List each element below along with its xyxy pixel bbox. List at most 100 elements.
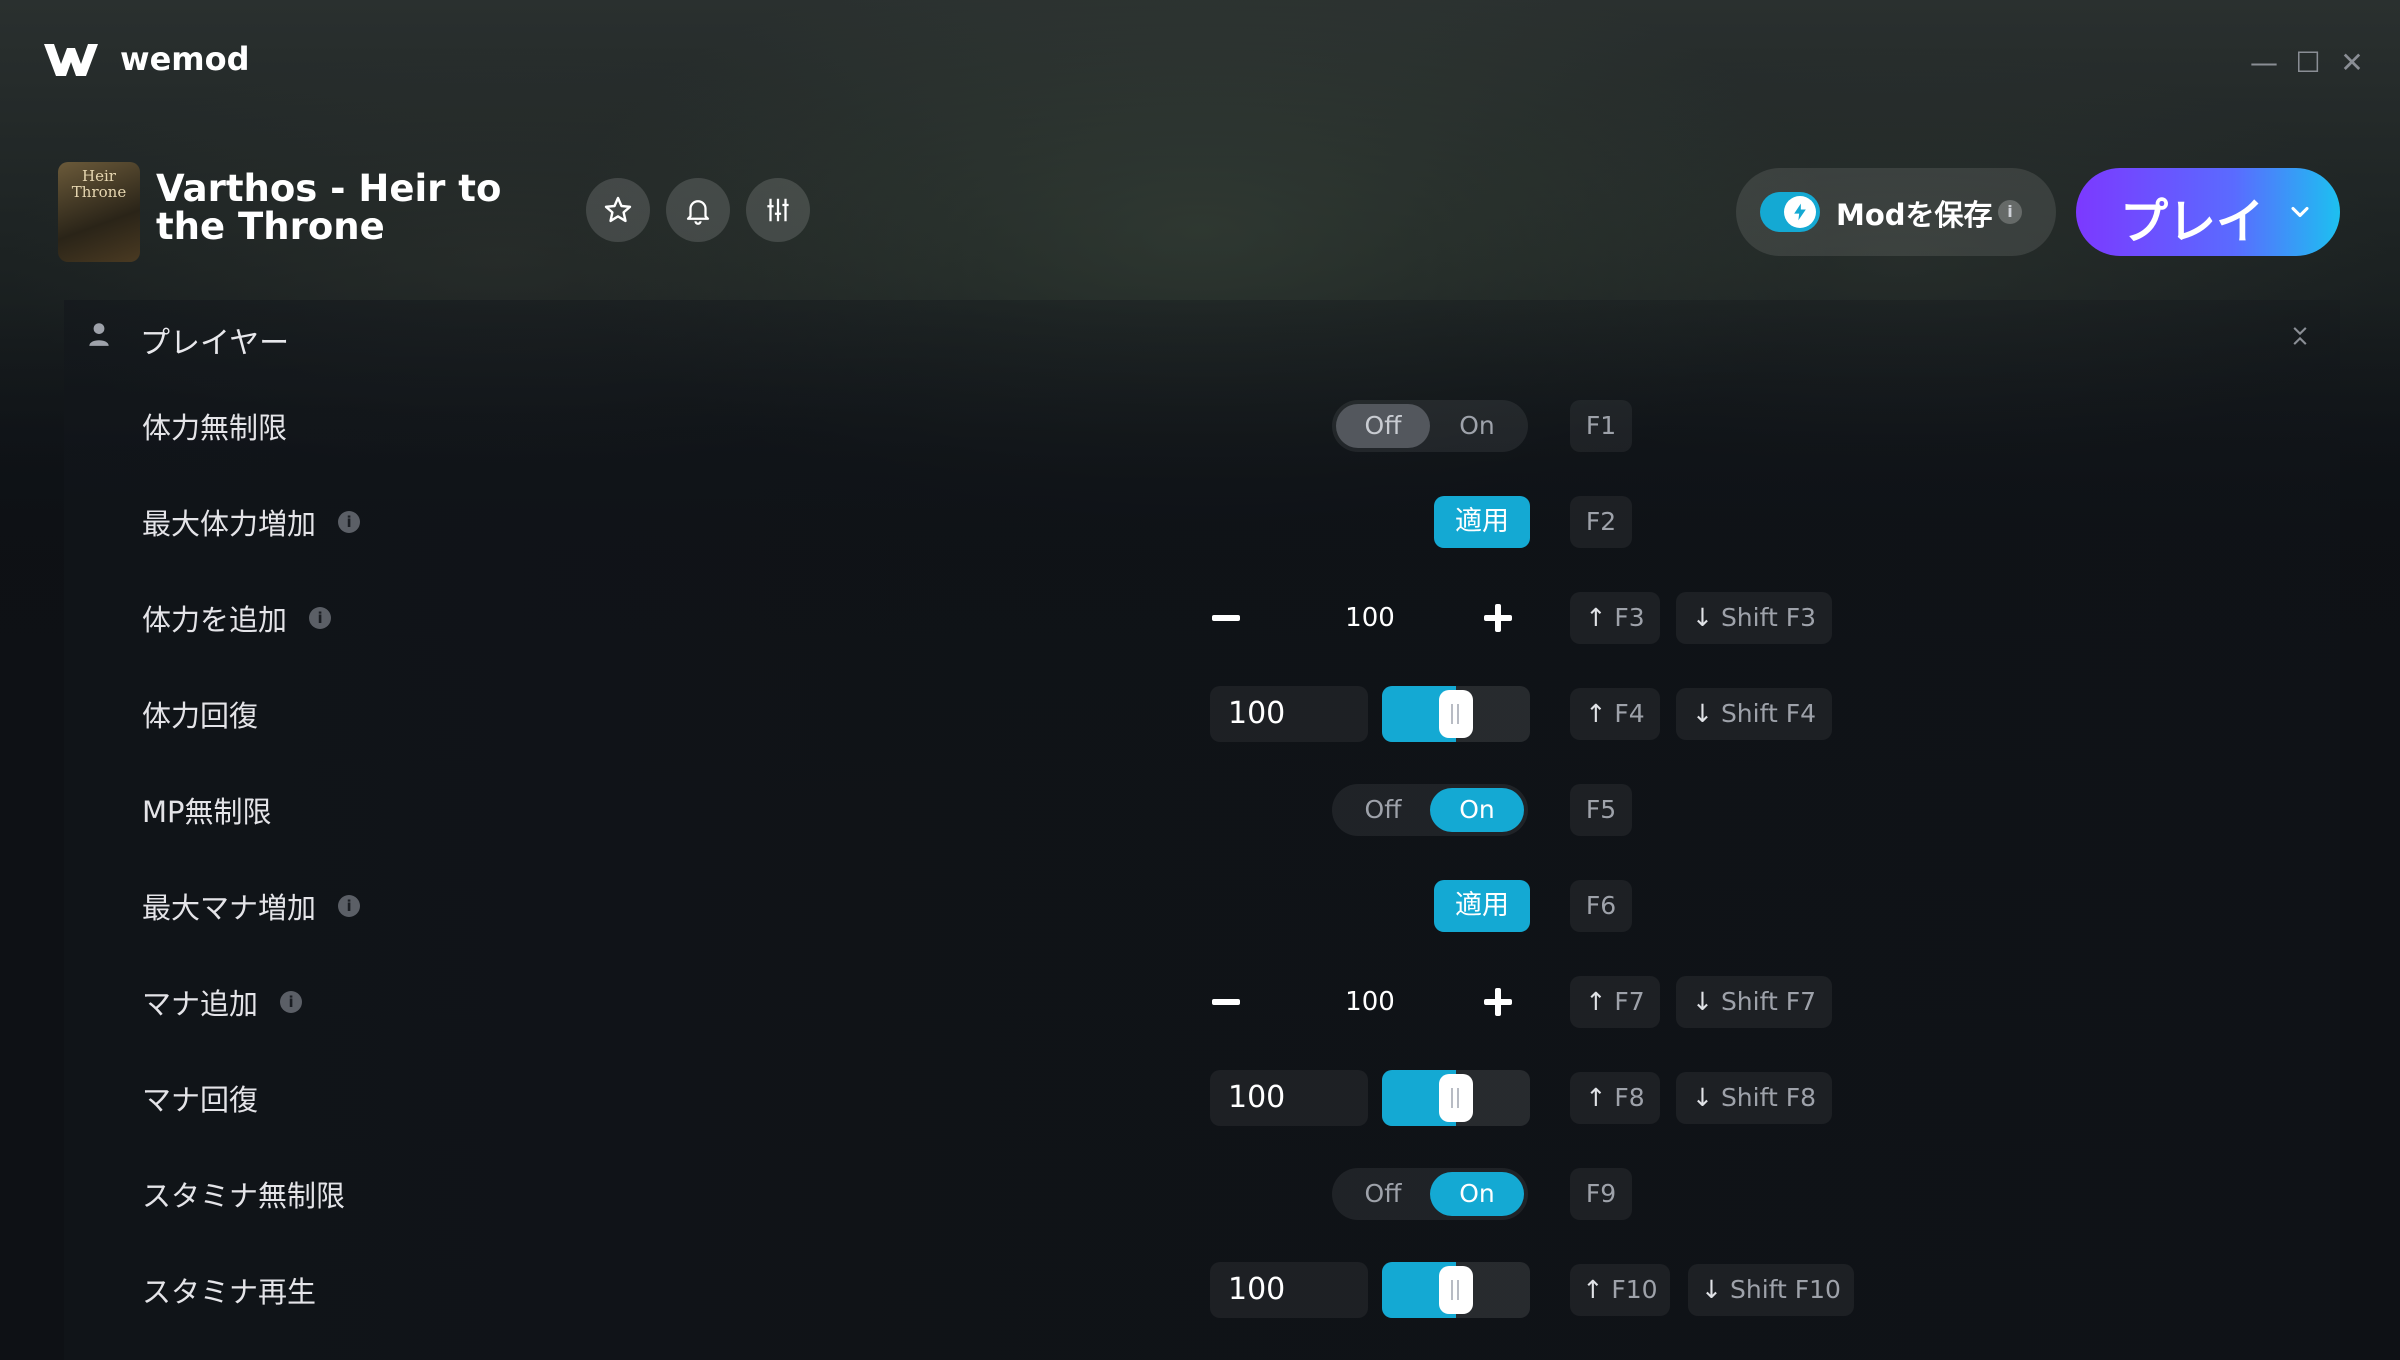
wemod-logo-icon: [44, 44, 98, 76]
arrow-down-icon: ↓: [1701, 1275, 1722, 1304]
info-icon[interactable]: i: [280, 991, 303, 1013]
mod-row: 最大体力増加 i 適用 F2: [0, 474, 2400, 570]
save-mods-control[interactable]: Modを保存 i: [1736, 168, 2056, 256]
app-name: wemod: [120, 40, 250, 78]
hotkey-decrease[interactable]: ↓ Shift F8: [1676, 1072, 1832, 1124]
mod-label: MP無制限: [142, 795, 272, 829]
slider-thumb[interactable]: [1439, 1266, 1473, 1314]
save-mods-label: Modを保存: [1836, 198, 1993, 232]
plus-icon[interactable]: [1482, 602, 1514, 634]
mod-label: マナ回復: [142, 1083, 259, 1117]
mod-row: マナ追加 i 100 ↑ F7 ↓ Shift F7: [0, 954, 2400, 1050]
value-input[interactable]: 100: [1210, 1070, 1368, 1126]
star-icon: [604, 196, 632, 223]
game-cover-image: Heir Throne: [58, 162, 140, 262]
minus-icon[interactable]: [1210, 986, 1242, 1018]
stepper-value: 100: [1345, 987, 1395, 1017]
toggle-off-option[interactable]: Off: [1336, 1172, 1430, 1216]
mod-toggle[interactable]: Off On: [1332, 1168, 1528, 1220]
mod-label: 最大マナ増加 i: [142, 885, 361, 927]
arrow-up-icon: ↑: [1585, 699, 1607, 728]
settings-button[interactable]: [746, 178, 810, 242]
mod-toggle[interactable]: Off On: [1332, 784, 1528, 836]
mod-row: スタミナ再生 100 ↑ F10 ↓ Shift F10: [0, 1242, 2400, 1338]
apply-button[interactable]: 適用: [1434, 880, 1530, 932]
hotkey-decrease[interactable]: ↓ Shift F4: [1676, 688, 1832, 740]
info-icon[interactable]: i: [338, 895, 361, 917]
save-mods-toggle[interactable]: [1760, 192, 1820, 232]
mod-row: 体力回復 100 ↑ F4 ↓ Shift F4: [0, 666, 2400, 762]
hotkey-increase[interactable]: ↑ F8: [1570, 1072, 1660, 1124]
play-button[interactable]: プレイ: [2076, 168, 2340, 256]
mod-label: 体力を追加 i: [142, 597, 332, 639]
notifications-button[interactable]: [666, 178, 730, 242]
hotkey-increase[interactable]: ↑ F10: [1570, 1264, 1670, 1316]
mod-label: スタミナ再生: [142, 1275, 317, 1309]
hotkey-increase[interactable]: ↑ F4: [1570, 688, 1660, 740]
hotkey-badge[interactable]: F9: [1570, 1168, 1632, 1220]
arrow-down-icon: ↓: [1691, 987, 1713, 1016]
user-icon: [89, 323, 109, 346]
chevron-down-icon[interactable]: [2286, 198, 2314, 226]
mod-row: 体力を追加 i 100 ↑ F3 ↓ Shift F3: [0, 570, 2400, 666]
favorite-button[interactable]: [586, 178, 650, 242]
mod-label: スタミナ無制限: [142, 1179, 346, 1213]
slider-thumb[interactable]: [1439, 690, 1473, 738]
hotkey-increase[interactable]: ↑ F7: [1570, 976, 1660, 1028]
minimize-icon[interactable]: —: [2244, 44, 2284, 80]
toggle-off-option[interactable]: Off: [1336, 404, 1430, 448]
minus-icon[interactable]: [1210, 602, 1242, 634]
play-label: プレイ: [2120, 194, 2265, 250]
save-mods-knob: [1784, 196, 1816, 228]
hotkey-decrease[interactable]: ↓ Shift F3: [1676, 592, 1832, 644]
mod-toggle[interactable]: Off On: [1332, 400, 1528, 452]
value-slider[interactable]: [1382, 686, 1530, 742]
game-title: Varthos - Heir to the Throne: [156, 167, 502, 248]
maximize-icon[interactable]: ☐: [2288, 44, 2328, 80]
mod-row: スタミナ無制限 Off On F9: [0, 1146, 2400, 1242]
game-cover-text: Heir Throne: [71, 167, 127, 201]
mod-row: マナ回復 100 ↑ F8 ↓ Shift F8: [0, 1050, 2400, 1146]
arrow-up-icon: ↑: [1585, 1083, 1607, 1112]
bell-icon: [686, 200, 710, 225]
arrow-down-icon: ↓: [1691, 603, 1713, 632]
value-slider[interactable]: [1382, 1262, 1530, 1318]
close-icon[interactable]: ✕: [2332, 44, 2372, 80]
toggle-on-option[interactable]: On: [1430, 788, 1524, 832]
apply-button[interactable]: 適用: [1434, 496, 1530, 548]
hotkey-decrease[interactable]: ↓ Shift F10: [1688, 1264, 1854, 1316]
mod-label: 体力回復: [142, 699, 259, 733]
value-input[interactable]: 100: [1210, 1262, 1368, 1318]
mod-row: 最大マナ増加 i 適用 F6: [0, 858, 2400, 954]
mod-row: MP無制限 Off On F5: [0, 762, 2400, 858]
toggle-on-option[interactable]: On: [1430, 404, 1524, 448]
section-title: プレイヤー: [140, 326, 290, 361]
lightning-icon: [1794, 203, 1806, 221]
arrow-down-icon: ↓: [1691, 699, 1713, 728]
toggle-on-option[interactable]: On: [1430, 1172, 1524, 1216]
sliders-icon: [767, 198, 789, 222]
hotkey-increase[interactable]: ↑ F3: [1570, 592, 1660, 644]
value-input[interactable]: 100: [1210, 686, 1368, 742]
arrow-down-icon: ↓: [1691, 1083, 1713, 1112]
stepper-value: 100: [1345, 603, 1395, 633]
mod-label: 最大体力増加 i: [142, 501, 361, 543]
hotkey-decrease[interactable]: ↓ Shift F7: [1676, 976, 1832, 1028]
arrow-up-icon: ↑: [1585, 987, 1607, 1016]
hotkey-badge[interactable]: F1: [1570, 400, 1632, 452]
collapse-icon[interactable]: [2286, 322, 2314, 350]
info-icon[interactable]: i: [1998, 200, 2022, 224]
slider-thumb[interactable]: [1439, 1074, 1473, 1122]
mod-label: 体力無制限: [142, 411, 288, 445]
hotkey-badge[interactable]: F5: [1570, 784, 1632, 836]
info-icon[interactable]: i: [338, 511, 361, 533]
hotkey-badge[interactable]: F2: [1570, 496, 1632, 548]
info-icon[interactable]: i: [309, 607, 332, 629]
value-slider[interactable]: [1382, 1070, 1530, 1126]
mod-row: 体力無制限 Off On F1: [0, 378, 2400, 474]
arrow-up-icon: ↑: [1585, 603, 1607, 632]
toggle-off-option[interactable]: Off: [1336, 788, 1430, 832]
mod-label: マナ追加 i: [142, 981, 303, 1023]
plus-icon[interactable]: [1482, 986, 1514, 1018]
hotkey-badge[interactable]: F6: [1570, 880, 1632, 932]
